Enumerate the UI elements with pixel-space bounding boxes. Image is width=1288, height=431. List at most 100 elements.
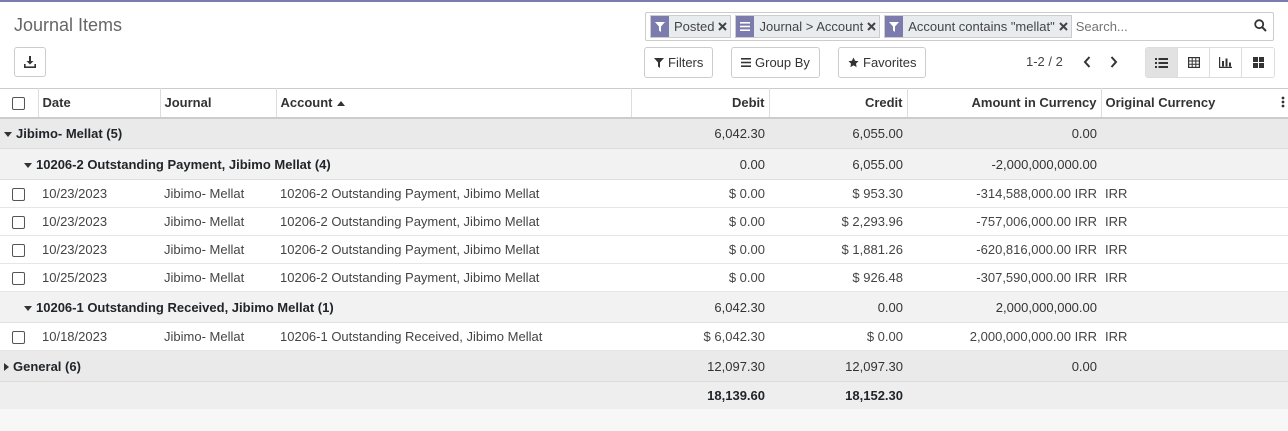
total-debit: 18,139.60 — [631, 381, 769, 409]
table-row[interactable]: 10/25/2023 Jibimo- Mellat 10206-2 Outsta… — [0, 263, 1288, 292]
row-checkbox[interactable] — [12, 244, 25, 258]
list-view-button[interactable] — [1146, 48, 1178, 77]
cell-account: 10206-2 Outstanding Payment, Jibimo Mell… — [276, 179, 631, 208]
facet-label: Journal > Account — [759, 19, 864, 34]
select-all-cell — [0, 88, 39, 119]
caret-right-icon — [4, 363, 9, 372]
subgroup-amount: 2,000,000,000.00 — [907, 291, 1101, 323]
close-icon[interactable] — [718, 22, 730, 31]
table-row[interactable]: 10/23/2023 Jibimo- Mellat 10206-2 Outsta… — [0, 235, 1288, 264]
page-title: Journal Items — [14, 15, 123, 35]
column-header-account-label: Account — [280, 95, 333, 111]
chevron-left-icon — [1083, 56, 1091, 68]
pager-value[interactable]: 1-2 / 2 — [1026, 54, 1063, 69]
row-checkbox[interactable] — [12, 272, 25, 286]
cell-credit: $ 1,881.26 — [769, 235, 907, 264]
pager-previous-button[interactable] — [1079, 53, 1095, 71]
subgroup-label: 10206-1 Outstanding Received, Jibimo Mel… — [36, 299, 334, 315]
group-credit: 12,097.30 — [769, 350, 907, 382]
table-header: Date Journal Account Debit Credit Amount… — [0, 88, 1288, 119]
cell-currency: IRR — [1101, 179, 1288, 208]
cell-journal: Jibimo- Mellat — [160, 179, 276, 208]
kanban-view-icon — [1252, 57, 1264, 68]
subgroup-credit: 0.00 — [769, 291, 907, 323]
kanban-view-button[interactable] — [1242, 48, 1274, 77]
cell-debit: $ 0.00 — [631, 179, 769, 208]
group-amount: 0.00 — [907, 117, 1101, 149]
cell-amount-currency: 2,000,000,000.00 IRR — [907, 322, 1101, 351]
cell-date: 10/18/2023 — [38, 322, 160, 351]
cell-credit: $ 0.00 — [769, 322, 907, 351]
column-header-credit[interactable]: Credit — [769, 88, 908, 119]
optional-columns-toggle[interactable] — [1281, 96, 1285, 111]
cell-amount-currency: -314,588,000.00 IRR — [907, 179, 1101, 208]
table-row[interactable]: 10/23/2023 Jibimo- Mellat 10206-2 Outsta… — [0, 207, 1288, 236]
table-row[interactable]: 10/18/2023 Jibimo- Mellat 10206-1 Outsta… — [0, 322, 1288, 351]
search-facet-account[interactable]: Account contains "mellat" — [884, 15, 1072, 38]
search-input[interactable] — [1075, 19, 1256, 34]
favorites-button[interactable]: Favorites — [838, 47, 927, 78]
graph-view-icon — [1219, 57, 1232, 68]
search-bar[interactable]: Posted Journal > Account Account contain… — [645, 12, 1274, 41]
column-header-original-currency[interactable]: Original Currency — [1101, 88, 1288, 119]
search-facet-posted[interactable]: Posted — [650, 15, 732, 38]
group-debit: 12,097.30 — [631, 350, 769, 382]
subgroup-credit: 6,055.00 — [769, 148, 907, 180]
cell-debit: $ 0.00 — [631, 235, 769, 264]
subgroup-row-outstanding-received[interactable]: 10206-1 Outstanding Received, Jibimo Mel… — [0, 291, 1288, 323]
list-background — [0, 405, 1288, 431]
search-facet-group-by[interactable]: Journal > Account — [735, 15, 881, 38]
group-row-general[interactable]: General (6) 12,097.30 12,097.30 0.00 — [0, 350, 1288, 382]
row-checkbox[interactable] — [12, 188, 25, 202]
group-row-jibimo-mellat[interactable]: Jibimo- Mellat (5) 6,042.30 6,055.00 0.0… — [0, 117, 1288, 149]
filter-icon — [885, 16, 904, 37]
facet-label: Account contains "mellat" — [908, 19, 1055, 34]
download-icon — [24, 56, 36, 68]
cell-amount-currency: -620,816,000.00 IRR — [907, 235, 1101, 264]
subgroup-debit: 6,042.30 — [631, 291, 769, 323]
column-header-date[interactable]: Date — [38, 88, 161, 119]
filter-icon — [654, 57, 664, 68]
column-header-debit[interactable]: Debit — [631, 88, 770, 119]
cell-journal: Jibimo- Mellat — [160, 322, 276, 351]
pivot-view-button[interactable] — [1178, 48, 1210, 77]
group-by-icon — [741, 58, 751, 67]
table-row[interactable]: 10/23/2023 Jibimo- Mellat 10206-2 Outsta… — [0, 179, 1288, 208]
caret-down-icon — [24, 305, 32, 311]
filters-button[interactable]: Filters — [644, 47, 714, 78]
cell-journal: Jibimo- Mellat — [160, 235, 276, 264]
row-checkbox[interactable] — [12, 216, 25, 230]
filters-label: Filters — [668, 55, 704, 70]
cell-debit: $ 0.00 — [631, 263, 769, 292]
sort-ascending-icon — [336, 101, 345, 107]
top-accent-line — [0, 0, 1288, 2]
group-by-label: Group By — [755, 55, 810, 70]
subgroup-amount: -2,000,000,000.00 — [907, 148, 1101, 180]
close-icon[interactable] — [1059, 22, 1071, 31]
filter-icon — [651, 16, 669, 37]
list-view-icon — [1155, 57, 1168, 68]
pager-next-button[interactable] — [1106, 53, 1122, 71]
totals-row: 18,139.60 18,152.30 — [0, 381, 1288, 409]
cell-currency: IRR — [1101, 207, 1288, 236]
cell-account: 10206-2 Outstanding Payment, Jibimo Mell… — [276, 263, 631, 292]
group-by-button[interactable]: Group By — [731, 47, 820, 78]
row-checkbox[interactable] — [12, 331, 25, 345]
search-icon[interactable] — [1254, 19, 1267, 35]
download-button[interactable] — [14, 47, 46, 77]
facet-label: Posted — [674, 19, 715, 34]
vertical-ellipsis-icon — [1281, 96, 1285, 108]
graph-view-button[interactable] — [1210, 48, 1242, 77]
column-header-amount-currency[interactable]: Amount in Currency — [907, 88, 1102, 119]
subgroup-row-outstanding-payment[interactable]: 10206-2 Outstanding Payment, Jibimo Mell… — [0, 148, 1288, 180]
view-switcher — [1145, 47, 1275, 78]
subgroup-debit: 0.00 — [631, 148, 769, 180]
cell-credit: $ 926.48 — [769, 263, 907, 292]
cell-amount-currency: -757,006,000.00 IRR — [907, 207, 1101, 236]
column-header-journal[interactable]: Journal — [160, 88, 277, 119]
select-all-checkbox[interactable] — [12, 97, 25, 111]
cell-credit: $ 2,293.96 — [769, 207, 907, 236]
close-icon[interactable] — [867, 22, 879, 31]
cell-account: 10206-1 Outstanding Received, Jibimo Mel… — [276, 322, 631, 351]
column-header-account[interactable]: Account — [276, 88, 632, 119]
